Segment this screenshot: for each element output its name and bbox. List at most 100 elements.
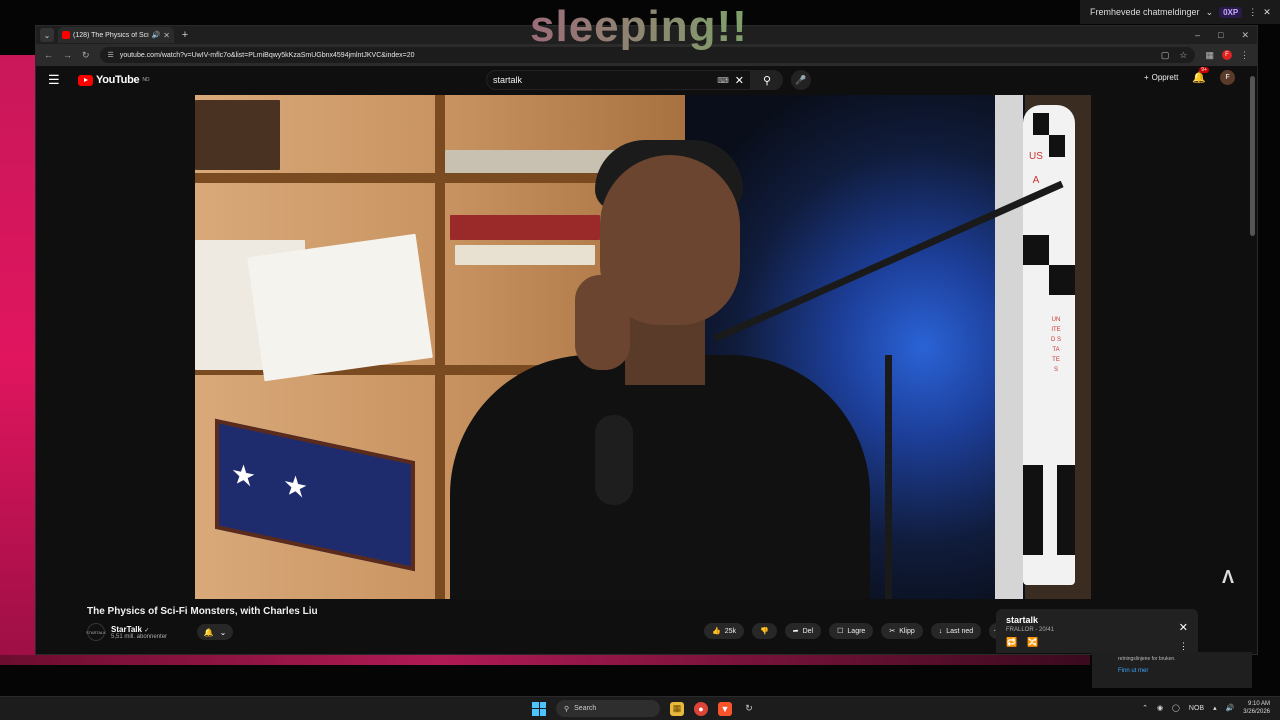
plus-icon: +: [1143, 73, 1149, 82]
windows-start-icon[interactable]: [532, 701, 546, 716]
like-button[interactable]: 👍 25k: [704, 623, 745, 639]
system-tray: ⌃ ◉ ◯ NOB ▴ 🔊 9:10 AM 3/26/2026: [1142, 700, 1270, 716]
channel-avatar[interactable]: STARTALK: [86, 623, 106, 641]
mic-stand: [885, 355, 892, 599]
person-neck: [625, 315, 705, 385]
notification-badge: 9+: [1199, 67, 1209, 73]
tray-app-icon[interactable]: ◯: [1172, 704, 1180, 712]
verified-icon: ✓: [144, 627, 150, 634]
tab-youtube[interactable]: (128) The Physics of Sci-Fi 🔊 ✕: [58, 27, 174, 43]
chevron-up-icon[interactable]: ⌃: [1142, 704, 1148, 712]
clock[interactable]: 9:10 AM 3/26/2026: [1243, 700, 1270, 716]
chrome-icon[interactable]: ●: [694, 701, 708, 716]
featured-chat-label[interactable]: Fremhevede chatmeldinger: [1090, 7, 1200, 17]
loop-icon[interactable]: 🔁: [1006, 637, 1017, 648]
chevron-down-icon: ⌄: [219, 627, 227, 637]
youtube-play-icon: [78, 74, 93, 86]
minimize-icon[interactable]: –: [1195, 30, 1200, 41]
reload-icon[interactable]: ↻: [82, 50, 90, 61]
avatar[interactable]: F: [1220, 70, 1235, 85]
channel-info: StarTalk ✓ 5,51 mill. abonnenter: [111, 625, 167, 640]
playlist-subtitle: FRALLOR - 20/41: [1006, 627, 1055, 633]
chevron-down-icon[interactable]: ⌄: [1206, 7, 1214, 18]
profile-icon[interactable]: F: [1222, 50, 1232, 60]
taskbar: ⚲ Search ▦ ● ▼ ↻ ⌃ ◉ ◯ NOB ▴ 🔊 9:10 AM 3…: [0, 696, 1280, 720]
youtube-favicon-icon: [62, 31, 70, 39]
download-icon: ↓: [938, 627, 943, 635]
save-button[interactable]: ☐ Lagre: [829, 623, 874, 639]
search-value[interactable]: startalk: [493, 75, 522, 85]
chat-overlay-bar[interactable]: Fremhevede chatmeldinger ⌄ 0XP ⋮ ✕: [1080, 0, 1280, 24]
playlist-more-icon[interactable]: ⋮: [1179, 641, 1188, 652]
app-icon[interactable]: ↻: [742, 702, 756, 716]
youtube-header: ☰ YouTube NO startalk ⌨ ✕ ⚲ 🎤 + Opprett …: [36, 66, 1257, 94]
youtube-logo[interactable]: YouTube NO: [78, 74, 150, 86]
voice-search-button[interactable]: 🎤: [791, 70, 811, 90]
playlist-controls: 🔁 🔀: [1006, 637, 1188, 648]
channel-row: STARTALK StarTalk ✓ 5,51 mill. abonnente…: [86, 623, 234, 641]
new-tab-button[interactable]: +: [178, 29, 192, 41]
person-body: [450, 355, 870, 599]
audio-icon[interactable]: 🔊: [152, 31, 161, 39]
page-scrollbar[interactable]: [1250, 76, 1255, 236]
clear-search-icon[interactable]: ✕: [735, 74, 744, 87]
keyboard-icon[interactable]: ⌨: [717, 76, 729, 85]
notifications-button[interactable]: 🔔 9+: [1192, 67, 1209, 84]
browser-menu-icon[interactable]: ⋮: [1240, 50, 1249, 61]
share-icon: ➦: [792, 628, 799, 635]
search-icon: ⚲: [564, 705, 570, 713]
star-icon: ★: [283, 468, 309, 505]
file-explorer-icon[interactable]: ▦: [670, 701, 684, 716]
url-text[interactable]: youtube.com/watch?v=UwIV-mflc7o&list=PLm…: [120, 52, 415, 59]
back-icon[interactable]: ←: [44, 50, 53, 60]
wifi-icon[interactable]: ▴: [1213, 704, 1217, 712]
create-button[interactable]: + Opprett: [1144, 73, 1178, 82]
share-button[interactable]: ➦ Del: [784, 623, 822, 639]
more-vert-icon[interactable]: ⋮: [1248, 7, 1257, 18]
scissors-icon: ✂: [889, 628, 896, 635]
playlist-title[interactable]: startalk: [1006, 615, 1188, 625]
taskbar-search[interactable]: ⚲ Search: [556, 700, 660, 717]
desktop: Fremhevede chatmeldinger ⌄ 0XP ⋮ ✕ sleep…: [0, 0, 1280, 720]
studio-mic: [595, 415, 633, 505]
language-indicator[interactable]: NOB: [1189, 705, 1204, 712]
install-icon[interactable]: ▢: [1161, 50, 1170, 61]
shuffle-icon[interactable]: 🔀: [1027, 637, 1038, 648]
volume-icon[interactable]: 🔊: [1226, 704, 1235, 712]
bell-icon: 🔔: [1192, 72, 1206, 84]
mic-icon: 🎤: [795, 74, 807, 85]
tab-search-icon[interactable]: ⌄: [40, 28, 54, 42]
star-icon: ★: [231, 457, 257, 494]
playlist-close-icon[interactable]: ✕: [1179, 621, 1188, 634]
tray-app-icon[interactable]: ◉: [1157, 704, 1163, 712]
window-close-icon[interactable]: ✕: [1241, 30, 1249, 41]
subscription-bell-button[interactable]: 🔔 ⌄: [197, 624, 234, 640]
channel-watermark-icon[interactable]: Λ: [1222, 567, 1234, 588]
search-button[interactable]: ⚲: [751, 70, 783, 90]
maximize-icon[interactable]: □: [1218, 30, 1223, 41]
clip-button[interactable]: ✂ Klipp: [881, 623, 923, 639]
download-button[interactable]: ↓ Last ned: [930, 623, 982, 639]
menu-icon[interactable]: ☰: [48, 72, 68, 88]
brave-icon[interactable]: ▼: [718, 701, 732, 716]
tab-title: (128) The Physics of Sci-Fi: [73, 31, 149, 39]
book: [247, 233, 433, 382]
video-player[interactable]: ★ ★ USA UNITED STATES: [195, 95, 1091, 599]
close-icon[interactable]: ✕: [1263, 7, 1271, 18]
playlist-panel[interactable]: startalk FRALLOR - 20/41 🔁 🔀 ✕ ⋮: [996, 609, 1198, 653]
extensions: ▦ F ⋮: [1205, 50, 1249, 61]
book: [455, 245, 595, 265]
desktop-wallpaper: [0, 55, 40, 665]
channel-name[interactable]: StarTalk ✓: [111, 625, 167, 634]
bookmark-star-icon[interactable]: ☆: [1179, 50, 1187, 61]
header-right: + Opprett 🔔 9+ F: [1144, 67, 1235, 85]
learn-more-link[interactable]: Finn ut mer: [1118, 668, 1226, 674]
window-controls: – □ ✕: [1195, 30, 1257, 41]
dislike-button[interactable]: 👎: [752, 623, 777, 639]
tab-close-icon[interactable]: ✕: [163, 31, 170, 40]
site-info-icon[interactable]: ☰: [108, 51, 114, 59]
forward-icon[interactable]: →: [63, 50, 72, 60]
subscriber-count: 5,51 mill. abonnenter: [111, 633, 168, 640]
extension-icon[interactable]: ▦: [1205, 50, 1214, 61]
search-input[interactable]: startalk ⌨ ✕: [486, 70, 751, 90]
